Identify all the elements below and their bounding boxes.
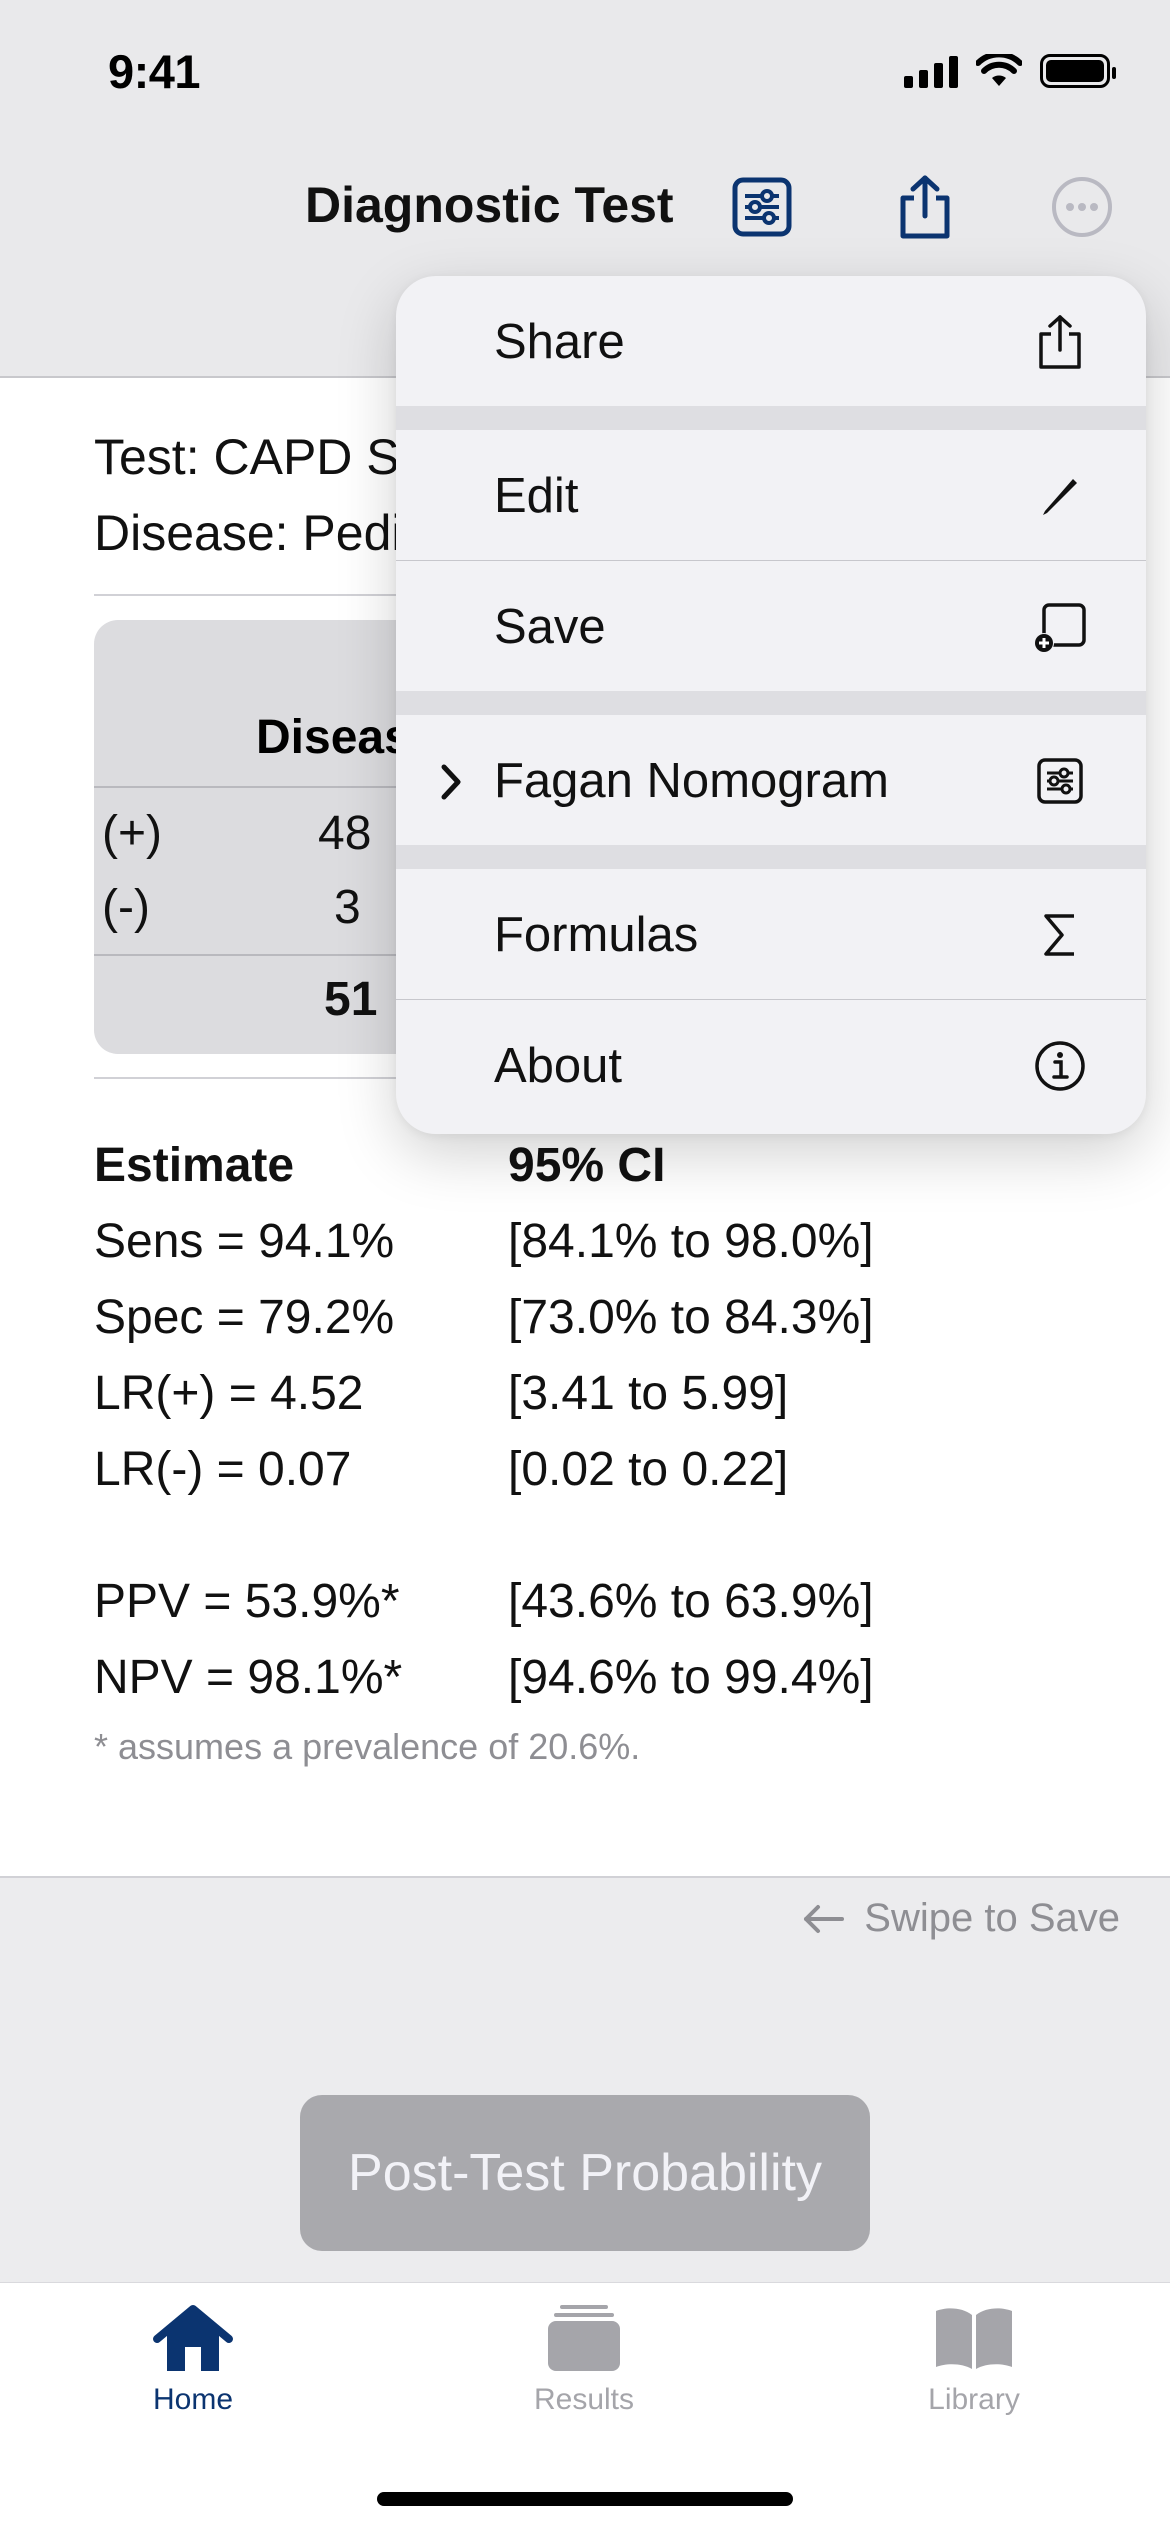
tab-library-label: Library	[928, 2383, 1020, 2416]
specificity-ci: [73.0% to 84.3%]	[508, 1291, 874, 1344]
more-options-menu: Share Edit Save Fagan Nomogram Formulas …	[396, 276, 1146, 1134]
chevron-right-icon	[441, 764, 461, 800]
save-icon	[1030, 597, 1090, 657]
menu-section-gap	[396, 406, 1146, 430]
menu-item-save[interactable]: Save	[396, 561, 1146, 691]
nomogram-settings-button[interactable]	[727, 172, 797, 242]
lr-negative-estimate: LR(-) = 0.07	[94, 1443, 352, 1496]
cell-false-negative: 3	[334, 881, 361, 934]
share-icon	[900, 175, 950, 239]
npv-estimate: NPV = 98.1%*	[94, 1651, 403, 1704]
tab-home-label: Home	[152, 2383, 234, 2416]
more-options-button[interactable]	[1047, 172, 1117, 242]
ppv-estimate: PPV = 53.9%*	[94, 1575, 400, 1628]
cellular-signal-icon	[904, 54, 958, 88]
wifi-icon	[976, 54, 1022, 86]
sensitivity-estimate: Sens = 94.1%	[94, 1215, 395, 1268]
menu-item-edit[interactable]: Edit	[396, 430, 1146, 560]
arrow-left-icon	[804, 1904, 845, 1933]
sigma-icon	[1030, 905, 1090, 965]
home-indicator	[377, 2492, 793, 2506]
post-test-probability-button[interactable]: Post-Test Probability	[300, 2095, 870, 2251]
share-icon	[1030, 312, 1090, 372]
menu-item-label: Formulas	[494, 908, 699, 962]
menu-item-label: About	[494, 1039, 623, 1093]
test-name-label: Test: CAPD S	[94, 429, 400, 485]
tab-home[interactable]: Home	[93, 2303, 293, 2417]
npv-ci: [94.6% to 99.4%]	[508, 1651, 874, 1704]
prevalence-footnote: * assumes a prevalence of 20.6%.	[94, 1726, 641, 1767]
info-icon	[1030, 1036, 1090, 1096]
menu-item-fagan-nomogram[interactable]: Fagan Nomogram	[396, 715, 1146, 845]
table-header-disease: Diseas	[256, 711, 411, 764]
menu-section-gap	[396, 845, 1146, 869]
battery-icon	[1040, 54, 1116, 88]
sliders-icon	[1030, 751, 1090, 811]
menu-item-label: Share	[494, 315, 625, 369]
estimate-header: Estimate	[94, 1139, 295, 1192]
house-icon	[153, 2305, 233, 2371]
lr-positive-ci: [3.41 to 5.99]	[508, 1367, 789, 1420]
book-icon	[936, 2308, 1012, 2369]
cell-total-diseased: 51	[324, 973, 378, 1026]
share-button[interactable]	[890, 172, 960, 242]
lr-positive-estimate: LR(+) = 4.52	[94, 1367, 364, 1420]
tab-results[interactable]: Results	[484, 2303, 684, 2417]
ci-header: 95% CI	[508, 1139, 666, 1192]
pencil-icon	[1030, 466, 1090, 526]
swipe-to-save-hint[interactable]: Swipe to Save	[802, 1896, 1120, 1941]
cell-true-positive: 48	[318, 807, 372, 860]
menu-item-about[interactable]: About	[396, 1000, 1146, 1130]
menu-item-label: Save	[494, 600, 606, 654]
row-label-negative: (-)	[102, 881, 150, 934]
lr-negative-ci: [0.02 to 0.22]	[508, 1443, 789, 1496]
swipe-to-save-label: Swipe to Save	[864, 1896, 1120, 1940]
menu-item-formulas[interactable]: Formulas	[396, 869, 1146, 999]
tray-stack-icon	[548, 2305, 620, 2371]
menu-item-label: Edit	[494, 469, 579, 523]
sliders-icon	[732, 177, 792, 237]
menu-item-label: Fagan Nomogram	[494, 754, 889, 808]
tab-library[interactable]: Library	[874, 2303, 1074, 2417]
status-icons	[904, 54, 1116, 88]
page-title: Diagnostic Test	[305, 177, 674, 233]
menu-section-gap	[396, 691, 1146, 715]
ellipsis-circle-icon	[1052, 177, 1112, 237]
menu-item-share[interactable]: Share	[396, 276, 1146, 406]
tab-results-label: Results	[533, 2383, 635, 2416]
status-bar: 9:41	[0, 0, 1170, 150]
status-time: 9:41	[108, 45, 201, 98]
disease-name-label: Disease: Pedi	[94, 505, 403, 561]
ppv-ci: [43.6% to 63.9%]	[508, 1575, 874, 1628]
sensitivity-ci: [84.1% to 98.0%]	[508, 1215, 874, 1268]
row-label-positive: (+)	[102, 807, 162, 860]
specificity-estimate: Spec = 79.2%	[94, 1291, 395, 1344]
